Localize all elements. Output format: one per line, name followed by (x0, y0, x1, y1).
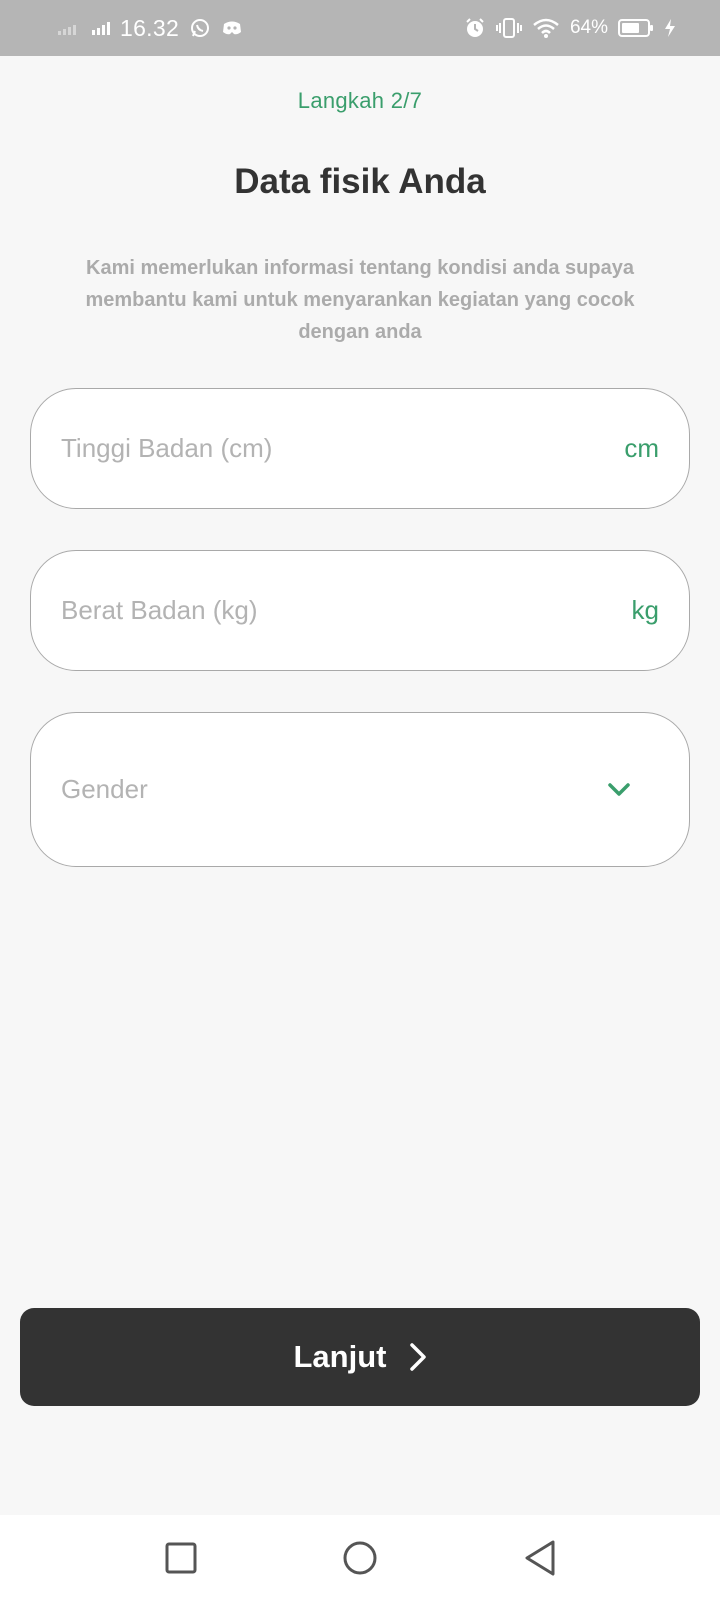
navigation-bar (0, 1515, 720, 1600)
home-icon[interactable] (342, 1540, 378, 1576)
signal-icon (92, 21, 110, 35)
battery-icon (618, 19, 653, 37)
weight-input[interactable] (61, 595, 541, 626)
page-title: Data fisik Anda (234, 162, 486, 201)
weight-field[interactable]: kg (30, 550, 690, 671)
step-indicator: Langkah 2/7 (297, 88, 423, 113)
status-time: 16.32 (120, 14, 180, 41)
vibrate-icon (495, 18, 522, 38)
next-button[interactable]: Lanjut (20, 1308, 700, 1406)
charging-icon (665, 19, 675, 37)
recent-apps-icon[interactable] (165, 1542, 197, 1574)
signal-icon-sim2 (58, 21, 76, 35)
chevron-right-icon (409, 1343, 426, 1371)
height-unit-label: cm (624, 433, 659, 463)
height-input[interactable] (61, 433, 541, 464)
status-left: 16.32 (58, 15, 243, 42)
wifi-icon (533, 18, 559, 38)
gender-dropdown[interactable]: Gender (30, 712, 690, 867)
gender-placeholder: Gender (61, 774, 148, 804)
weight-unit-label: kg (631, 595, 659, 625)
status-right: 64% (464, 17, 676, 39)
status-bar: 16.32 64% (0, 0, 720, 56)
chevron-down-icon (608, 782, 630, 796)
height-field[interactable]: cm (30, 388, 690, 509)
discord-icon (223, 21, 242, 35)
whatsapp-icon (191, 19, 210, 37)
page-description: Kami memerlukan informasi tentang kondis… (85, 257, 635, 343)
back-icon[interactable] (523, 1539, 557, 1577)
next-button-label: Lanjut (293, 1339, 387, 1374)
battery-percent: 64% (569, 17, 608, 38)
alarm-icon (466, 18, 484, 37)
